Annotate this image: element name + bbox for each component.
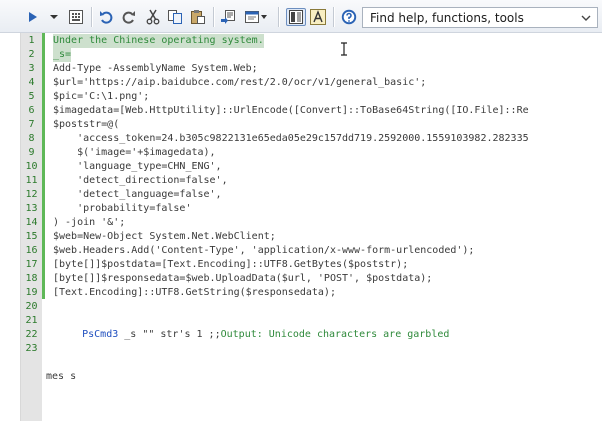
line-number: 20 [25,301,38,312]
window-dropdown-icon[interactable] [243,8,269,26]
cut-icon[interactable] [144,8,162,26]
line-number: 16 [25,245,38,256]
code-line[interactable]: Add-Type -AssemblyName System.Web; [53,62,258,76]
code-editor[interactable]: 1 2 3 4 5 6 7 8 9 10 11 12 13 14 15 16 1… [0,33,602,421]
code-line[interactable]: $('image='+$imagedata), [53,146,215,160]
line-number: 2 [28,49,35,60]
line-number: 9 [28,147,35,158]
copy-icon[interactable] [166,8,184,26]
line-number: 23 [25,343,38,354]
chevron-down-icon[interactable] [578,10,594,25]
command-args: _s "" str's 1 ;; [118,329,221,340]
code-text-area[interactable]: Under the Chinese operating system. _s= … [45,33,602,421]
code-line[interactable]: $pic='C:\1.png'; [53,90,149,104]
run-dropdown-icon[interactable] [48,8,60,26]
line-number: 7 [28,119,35,130]
code-line[interactable]: $poststr=@( [53,118,119,132]
code-line[interactable]: 'detect_language=false', [53,188,222,202]
code-line-mes[interactable]: mes s [46,370,76,384]
code-line[interactable]: $imagedata=[Web.HttpUtility]::UrlEncode(… [53,104,529,118]
editor-left-margin [0,33,21,421]
command-name: PsCmd3 [82,329,119,340]
toolbar-separator [278,7,280,27]
code-line[interactable]: 'access_token=24.b305c9822131e65eda05e29… [53,132,529,146]
run-icon[interactable] [26,8,40,26]
help-search-box [362,7,598,28]
line-number: 21 [25,315,38,326]
code-line-pscmd[interactable]: PsCmd3 _s "" str's 1 ;;Output: Unicode c… [46,314,449,340]
help-search-input[interactable] [363,8,570,27]
undo-icon[interactable] [97,8,115,26]
main-toolbar [0,0,602,33]
line-number: 17 [25,259,38,270]
code-line[interactable]: 'language_type=CHN_ENG', [53,160,222,174]
line-number: 15 [25,231,38,242]
line-number: 3 [28,63,35,74]
code-line[interactable]: $web.Headers.Add('Content-Type', 'applic… [53,244,474,258]
text-cursor-icon [341,41,347,56]
code-line-selected[interactable]: _s= [53,48,72,62]
line-number: 6 [28,105,35,116]
line-number: 4 [28,77,35,88]
line-number: 18 [25,273,38,284]
line-number: 10 [25,161,38,172]
line-number: 11 [25,175,38,186]
code-line[interactable]: $url='https://aip.baidubce.com/rest/2.0/… [53,76,426,90]
text-mode-icon[interactable] [309,8,327,26]
toolbar-separator [213,7,215,27]
code-line[interactable]: [byte[]]$postdata=[Text.Encoding]::UTF8.… [53,258,408,272]
code-line[interactable]: 'probability=false' [53,202,191,216]
panel-toggle-icon[interactable] [286,8,306,26]
find-replace-icon[interactable] [219,8,237,26]
line-number: 8 [28,133,35,144]
line-number: 19 [25,287,38,298]
line-number: 13 [25,203,38,214]
code-line-comment-selected[interactable]: Under the Chinese operating system. [53,34,264,48]
code-line[interactable]: [byte[]]$responsedata=$web.UploadData($u… [53,272,432,286]
line-number: 12 [25,189,38,200]
line-number: 5 [28,91,35,102]
toolbar-separator [333,7,335,27]
paste-icon[interactable] [189,8,207,26]
line-number: 14 [25,217,38,228]
inline-comment: Output: Unicode characters are garbled [220,329,450,340]
line-number: 22 [25,329,38,340]
toolbar-separator [91,7,93,27]
code-line[interactable]: $web=New-Object System.Net.WebClient; [53,230,276,244]
code-line[interactable]: 'detect_direction=false', [53,174,228,188]
record-icon[interactable] [67,8,85,26]
help-icon[interactable] [340,8,358,26]
code-line[interactable]: ) -join '&'; [53,216,125,230]
redo-icon[interactable] [120,8,138,26]
line-number: 1 [28,35,35,46]
code-line[interactable]: [Text.Encoding]::UTF8.GetString($respons… [53,286,336,300]
